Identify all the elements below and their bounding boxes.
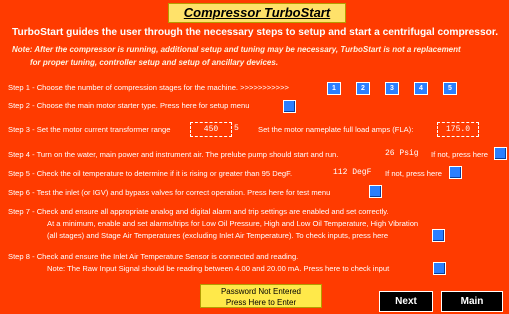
- stage-5-button[interactable]: 5: [443, 82, 457, 95]
- stage-3-button[interactable]: 3: [385, 82, 399, 95]
- ct-range-input[interactable]: 450: [190, 122, 232, 137]
- step-4-if-not: If not, press here: [431, 150, 488, 159]
- step-7-text: Step 7 - Check and ensure all appropriat…: [8, 207, 389, 216]
- note-line-2: for proper tuning, controller setup and …: [30, 58, 279, 67]
- step-4-text: Step 4 - Turn on the water, main power a…: [8, 150, 339, 159]
- starter-setup-button[interactable]: [283, 100, 296, 113]
- password-button[interactable]: Password Not Entered Press Here to Enter: [200, 284, 322, 308]
- step-6-text: Step 6 - Test the inlet (or IGV) and byp…: [8, 188, 331, 197]
- check-inputs-button[interactable]: [432, 229, 445, 242]
- password-status: Password Not Entered: [220, 287, 302, 296]
- next-button[interactable]: Next: [379, 291, 433, 312]
- subtitle: TurboStart guides the user through the n…: [12, 27, 499, 38]
- step-1-text: Step 1 - Choose the number of compressio…: [8, 83, 289, 92]
- oil-pressure-value: 26 Psig: [385, 149, 419, 158]
- page-title: Compressor TurboStart: [168, 3, 346, 23]
- step-2-text: Step 2 - Choose the main motor starter t…: [8, 101, 250, 110]
- check-input-button[interactable]: [433, 262, 446, 275]
- password-prompt: Press Here to Enter: [225, 298, 297, 307]
- note-line-1: Note: After the compressor is running, a…: [12, 45, 461, 54]
- note: Note: After the compressor is running, a…: [12, 43, 502, 69]
- step-5-if-not: If not, press here: [385, 169, 442, 178]
- step-5-text: Step 5 - Check the oil temperature to de…: [8, 169, 293, 178]
- oil-temp-help-button[interactable]: [449, 166, 462, 179]
- stage-2-button[interactable]: 2: [356, 82, 370, 95]
- main-button[interactable]: Main: [441, 291, 503, 312]
- step-7-detail-2: (all stages) and Stage Air Temperatures …: [47, 231, 389, 240]
- step-8-detail: Note: The Raw Input Signal should be rea…: [47, 264, 390, 273]
- step-3-text: Step 3 - Set the motor current transform…: [8, 125, 171, 134]
- valve-test-button[interactable]: [369, 185, 382, 198]
- oil-temp-value: 112 DegF: [333, 168, 372, 177]
- stage-4-button[interactable]: 4: [414, 82, 428, 95]
- fla-input[interactable]: 175.0: [437, 122, 479, 137]
- step-7-detail-1: At a minimum, enable and set alarms/trip…: [47, 219, 419, 228]
- ct-secondary-value: 5: [234, 124, 239, 133]
- prelube-help-button[interactable]: [494, 147, 507, 160]
- stage-1-button[interactable]: 1: [327, 82, 341, 95]
- step-8-text: Step 8 - Check and ensure the Inlet Air …: [8, 252, 299, 261]
- fla-label: Set the motor nameplate full load amps (…: [258, 125, 414, 134]
